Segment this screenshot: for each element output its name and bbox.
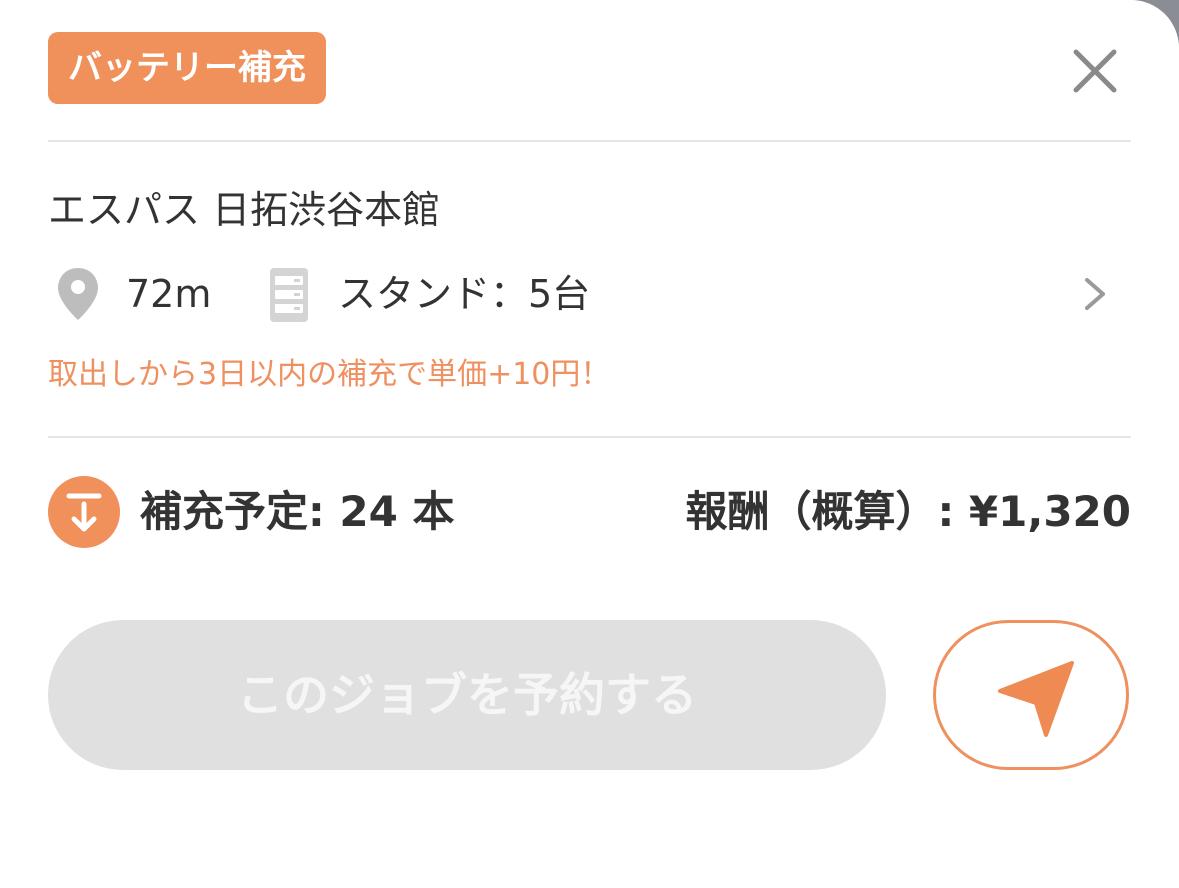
- estimated-reward: 報酬（概算）: ¥1,320: [685, 487, 1132, 536]
- stand-count: スタンド：5台: [338, 272, 591, 316]
- bottom-sheet: バッテリー補充 エスパス 日拓渋谷本館 72m スタンド：5台 取出しから3日以…: [0, 0, 1179, 888]
- navigation-button[interactable]: [933, 620, 1129, 770]
- close-icon: [1073, 49, 1117, 93]
- job-detail-card: バッテリー補充 エスパス 日拓渋谷本館 72m スタンド：5台 取出しから3日以…: [0, 0, 1179, 888]
- navigation-arrow-icon: [998, 661, 1074, 737]
- close-button[interactable]: [1066, 42, 1124, 100]
- divider-top: [48, 140, 1131, 142]
- chevron-right-icon: [1085, 278, 1105, 310]
- stand-icon: [270, 268, 308, 322]
- location-pin-icon: [58, 268, 98, 320]
- replenish-download-icon: [48, 476, 120, 548]
- divider-middle: [48, 436, 1131, 438]
- bonus-note: 取出しから3日以内の補充で単価+10円！: [48, 357, 611, 392]
- station-info-row[interactable]: 72m スタンド：5台: [48, 262, 1131, 326]
- job-type-badge: バッテリー補充: [48, 32, 326, 104]
- reserve-job-button[interactable]: このジョブを予約する: [48, 620, 886, 770]
- planned-replenish-count: 補充予定: 24 本: [140, 487, 455, 536]
- station-name: エスパス 日拓渋谷本館: [48, 188, 441, 232]
- distance-value: 72m: [126, 272, 212, 316]
